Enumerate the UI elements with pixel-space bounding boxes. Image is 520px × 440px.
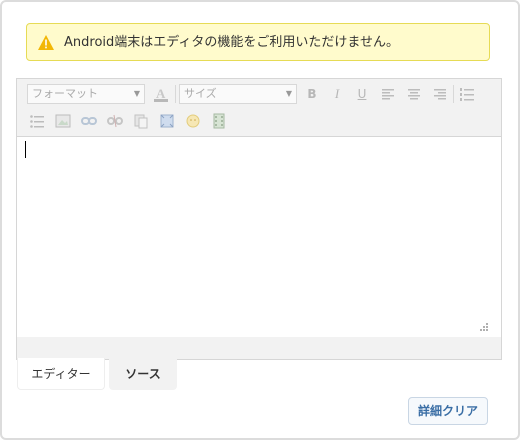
editor-toolbar: フォーマット ▼ A サイズ ▼ B I U [17,79,501,137]
underline-icon[interactable]: U [352,84,372,104]
font-color-icon[interactable]: A [151,84,171,104]
size-select-label: サイズ [184,87,217,100]
align-left-icon[interactable] [378,84,398,104]
tab-editor[interactable]: エディター [17,358,105,390]
rich-text-editor: フォーマット ▼ A サイズ ▼ B I U [16,78,502,360]
image-icon[interactable] [53,111,73,131]
clear-button[interactable]: 詳細クリア [408,397,488,425]
warning-icon [38,35,54,50]
paste-icon[interactable] [131,111,151,131]
chevron-down-icon: ▼ [285,89,292,98]
link-icon[interactable] [79,111,99,131]
italic-icon[interactable]: I [327,84,347,104]
smiley-icon[interactable] [183,111,203,131]
numbered-list-icon[interactable] [457,84,477,104]
fullscreen-icon[interactable] [157,111,177,131]
size-select[interactable]: サイズ ▼ [179,84,297,104]
editor-content-area[interactable] [17,137,501,337]
resize-handle-icon[interactable] [477,321,489,333]
italic-label: I [334,86,340,101]
format-select[interactable]: フォーマット ▼ [27,84,145,104]
text-caret [25,141,26,158]
unlink-icon[interactable] [105,111,125,131]
bold-icon[interactable]: B [302,84,322,104]
svg-text:A: A [156,86,166,101]
warning-message: Android端末はエディタの機能をご利用いただけません。 [64,35,399,50]
chevron-down-icon: ▼ [133,89,140,98]
editor-statusbar [17,337,501,359]
media-icon[interactable] [209,111,229,131]
warning-banner: Android端末はエディタの機能をご利用いただけません。 [26,23,490,61]
align-center-icon[interactable] [404,84,424,104]
align-right-icon[interactable] [430,84,450,104]
bold-label: B [307,87,317,101]
bullet-list-icon[interactable] [27,111,47,131]
underline-label: U [357,87,367,101]
tab-source[interactable]: ソース [109,358,177,390]
format-select-label: フォーマット [32,87,98,100]
